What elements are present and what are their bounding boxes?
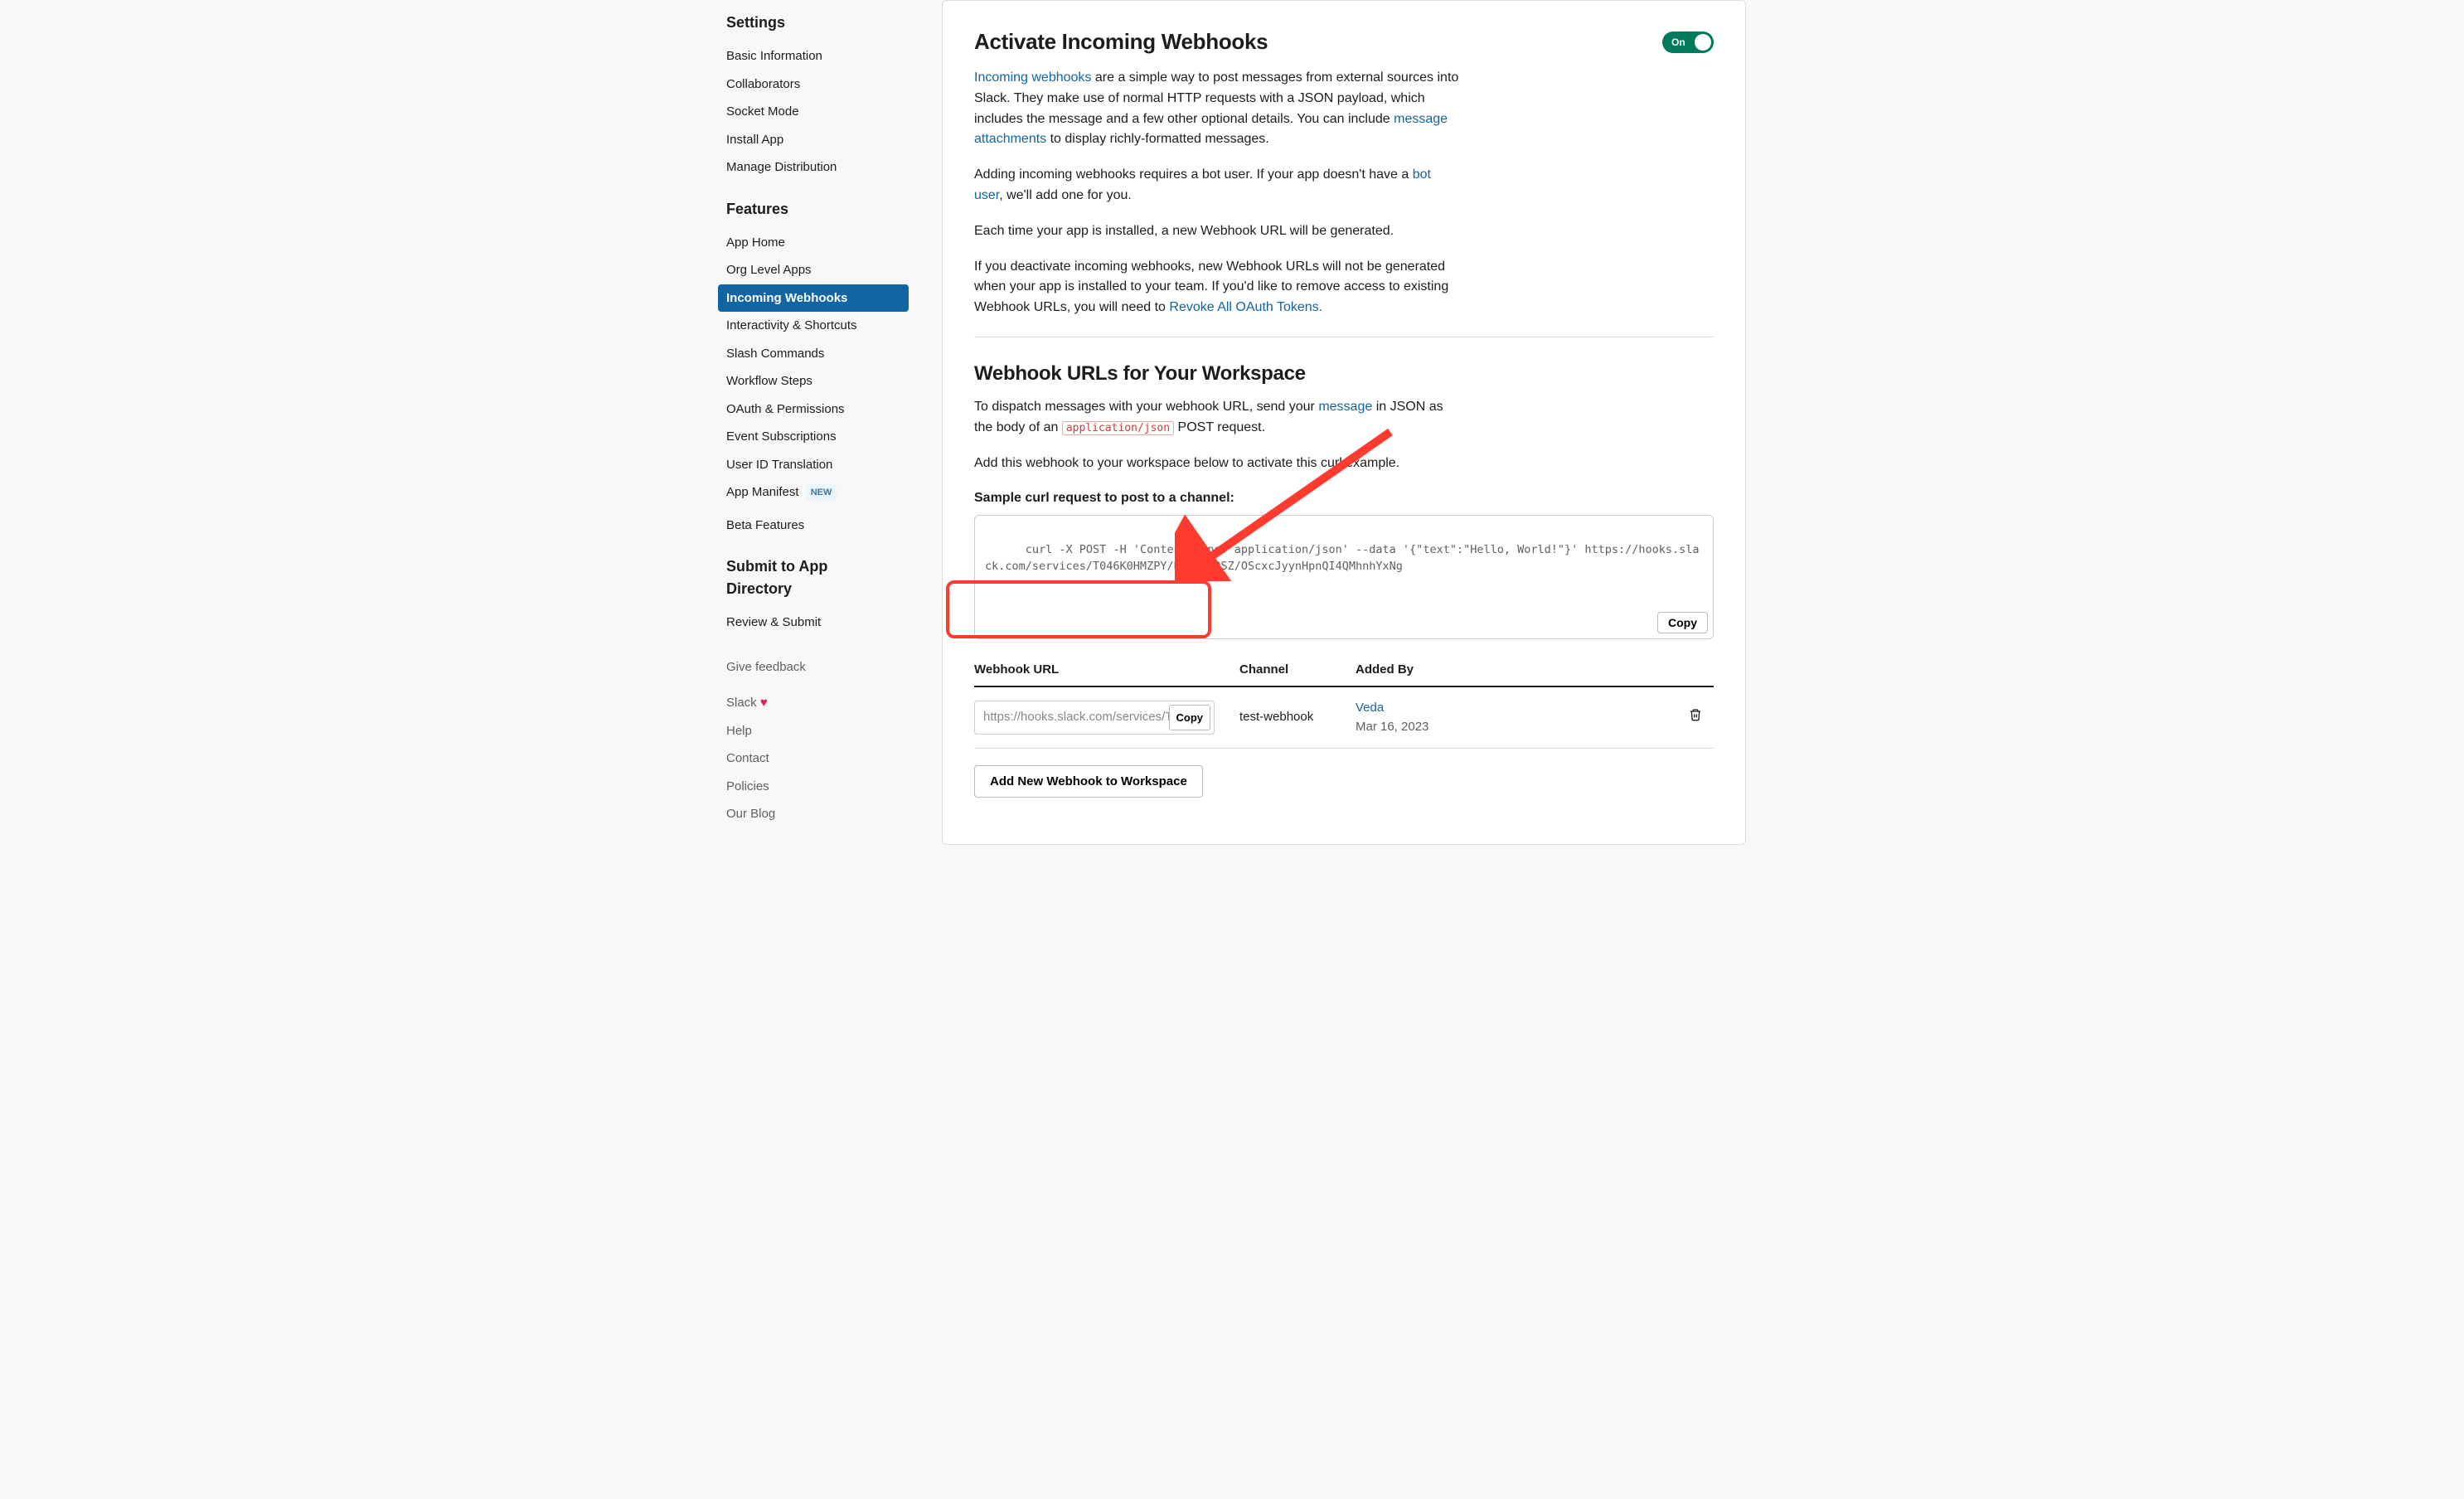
sidebar-item-install-app[interactable]: Install App [718, 126, 909, 154]
sidebar-item-give-feedback[interactable]: Give feedback [718, 653, 909, 682]
activate-hint: Add this webhook to your workspace below… [974, 454, 1463, 474]
added-by-cell: Veda Mar 16, 2023 [1356, 686, 1689, 749]
sidebar-item-contact[interactable]: Contact [718, 745, 909, 773]
link-revoke-tokens[interactable]: Revoke All OAuth Tokens. [1169, 300, 1322, 314]
channel-cell: test-webhook [1239, 686, 1356, 749]
activate-title: Activate Incoming Webhooks [974, 26, 1268, 58]
intro-paragraph-3: Each time your app is installed, a new W… [974, 221, 1463, 242]
toggle-label: On [1671, 35, 1686, 50]
col-channel: Channel [1239, 661, 1356, 687]
sidebar-item-interactivity-shortcuts[interactable]: Interactivity & Shortcuts [718, 312, 909, 340]
sidebar-item-slash-commands[interactable]: Slash Commands [718, 340, 909, 368]
sidebar-item-user-id-translation[interactable]: User ID Translation [718, 451, 909, 479]
sidebar-title-settings: Settings [718, 12, 909, 34]
webhooks-toggle[interactable]: On [1662, 32, 1714, 53]
new-badge: NEW [806, 484, 837, 502]
sample-curl-label: Sample curl request to post to a channel… [974, 488, 1714, 508]
webhook-url-field: https://hooks.slack.com/services/T0 Copy [974, 701, 1215, 735]
col-added-by: Added By [1356, 661, 1689, 687]
sidebar-item-policies[interactable]: Policies [718, 773, 909, 801]
added-by-name[interactable]: Veda [1356, 699, 1689, 718]
sidebar-section-settings: Settings Basic Information Collaborators… [718, 12, 909, 182]
sidebar-item-our-blog[interactable]: Our Blog [718, 800, 909, 828]
sidebar-item-basic-information[interactable]: Basic Information [718, 42, 909, 70]
intro-paragraph-1: Incoming webhooks are a simple way to po… [974, 68, 1463, 150]
added-by-date: Mar 16, 2023 [1356, 718, 1689, 737]
trash-icon[interactable] [1689, 708, 1702, 721]
intro-paragraph-4: If you deactivate incoming webhooks, new… [974, 257, 1463, 318]
link-incoming-webhooks[interactable]: Incoming webhooks [974, 70, 1091, 85]
sidebar-item-help[interactable]: Help [718, 717, 909, 745]
activate-header: Activate Incoming Webhooks On [974, 26, 1714, 58]
sidebar-item-workflow-steps[interactable]: Workflow Steps [718, 367, 909, 395]
col-webhook-url: Webhook URL [974, 661, 1239, 687]
intro-paragraph-2: Adding incoming webhooks requires a bot … [974, 165, 1463, 206]
dispatch-paragraph: To dispatch messages with your webhook U… [974, 397, 1463, 439]
slack-link-text: Slack [726, 696, 757, 710]
curl-code-block: curl -X POST -H 'Content-type: applicati… [974, 515, 1714, 638]
main-content: Activate Incoming Webhooks On Incoming w… [942, 0, 1746, 845]
sidebar-item-slack[interactable]: Slack ♥ [718, 689, 909, 717]
code-application-json: application/json [1062, 421, 1174, 435]
urls-title: Webhook URLs for Your Workspace [974, 359, 1714, 389]
sidebar-item-org-level-apps[interactable]: Org Level Apps [718, 256, 909, 284]
sidebar-section-features: Features App Home Org Level Apps Incomin… [718, 198, 909, 540]
sidebar-section-submit: Submit to App Directory Review & Submit [718, 555, 909, 637]
sidebar-item-app-manifest[interactable]: App Manifest NEW [718, 478, 909, 507]
sidebar-item-app-home[interactable]: App Home [718, 229, 909, 257]
heart-icon: ♥ [760, 696, 768, 710]
sidebar-item-incoming-webhooks[interactable]: Incoming Webhooks [718, 284, 909, 313]
sidebar-item-review-submit[interactable]: Review & Submit [718, 609, 909, 637]
sidebar-item-socket-mode[interactable]: Socket Mode [718, 98, 909, 126]
sidebar-footer: Give feedback Slack ♥ Help Contact Polic… [718, 653, 909, 828]
webhook-table: Webhook URL Channel Added By https://hoo… [974, 661, 1714, 750]
sidebar-item-event-subscriptions[interactable]: Event Subscriptions [718, 423, 909, 451]
sidebar-title-features: Features [718, 198, 909, 221]
sidebar-item-manage-distribution[interactable]: Manage Distribution [718, 153, 909, 182]
sidebar-title-submit: Submit to App Directory [718, 555, 851, 600]
copy-webhook-url-button[interactable]: Copy [1169, 705, 1211, 730]
sidebar-item-oauth-permissions[interactable]: OAuth & Permissions [718, 395, 909, 424]
sidebar: Settings Basic Information Collaborators… [718, 0, 909, 845]
add-webhook-button[interactable]: Add New Webhook to Workspace [974, 765, 1203, 798]
table-row: https://hooks.slack.com/services/T0 Copy… [974, 686, 1714, 749]
toggle-knob [1695, 34, 1711, 51]
sidebar-item-label: App Manifest [726, 485, 799, 499]
sidebar-item-beta-features[interactable]: Beta Features [718, 512, 909, 540]
copy-curl-button[interactable]: Copy [1657, 612, 1708, 633]
link-message[interactable]: message [1318, 400, 1372, 414]
sidebar-item-collaborators[interactable]: Collaborators [718, 70, 909, 99]
curl-code-text: curl -X POST -H 'Content-type: applicati… [985, 543, 1700, 573]
webhook-url-text: https://hooks.slack.com/services/T0 [983, 710, 1180, 724]
